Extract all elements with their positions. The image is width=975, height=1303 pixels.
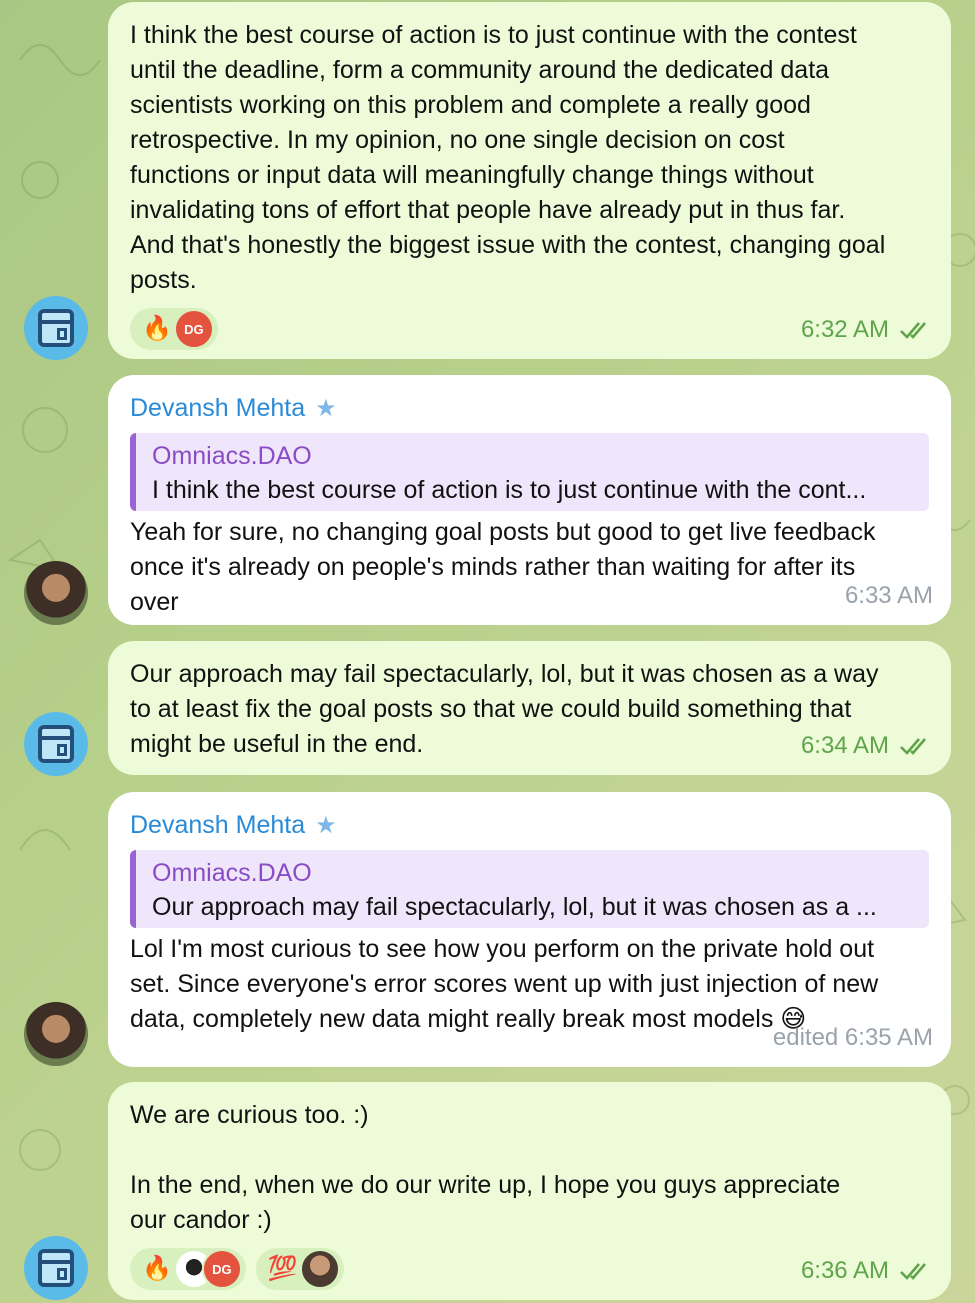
star-icon: ★ bbox=[315, 811, 337, 839]
bot-avatar-icon bbox=[38, 1249, 74, 1287]
reactor-avatar bbox=[299, 1249, 340, 1289]
user-avatar[interactable] bbox=[24, 561, 88, 625]
reaction-chip-hundred[interactable]: 💯 bbox=[255, 1248, 344, 1290]
message-bubble-outgoing[interactable]: We are curious too. :) In the end, when … bbox=[108, 1082, 951, 1300]
reaction-chip-fire[interactable]: 🔥 DG bbox=[130, 308, 218, 350]
message-bubble-outgoing[interactable]: Our approach may fail spectacularly, lol… bbox=[108, 641, 951, 775]
user-avatar[interactable] bbox=[24, 1002, 88, 1066]
message-text: I think the best course of action is to … bbox=[130, 21, 886, 294]
bot-avatar-icon bbox=[38, 725, 74, 763]
quote-author: Omniacs.DAO bbox=[152, 859, 312, 887]
fire-emoji-icon: 🔥 bbox=[142, 315, 172, 342]
message-bubble-outgoing[interactable]: I think the best course of action is to … bbox=[108, 2, 951, 359]
sender-name-label: Devansh Mehta bbox=[130, 810, 306, 839]
timestamp: 6:34 AM bbox=[800, 732, 889, 759]
star-icon: ★ bbox=[315, 394, 337, 422]
timestamp: 6:33 AM bbox=[844, 582, 933, 609]
reactor-avatar: DG bbox=[173, 309, 214, 349]
reply-quote[interactable]: Omniacs.DAO I think the best course of a… bbox=[130, 433, 929, 511]
sender-name-label: Devansh Mehta bbox=[130, 393, 306, 422]
reaction-chip-fire[interactable]: 🔥 DG bbox=[130, 1248, 246, 1290]
message-bubble-incoming[interactable]: Devansh Mehta ★ Omniacs.DAO Our approach… bbox=[108, 792, 951, 1067]
timestamp: 6:36 AM bbox=[800, 1257, 889, 1284]
message-meta: 6:34 AM bbox=[801, 728, 933, 763]
message-meta: 6:32 AM bbox=[801, 312, 933, 347]
quote-author: Omniacs.DAO bbox=[152, 442, 312, 470]
quote-text: I think the best course of action is to … bbox=[152, 476, 867, 504]
bot-avatar[interactable] bbox=[24, 1236, 88, 1300]
sender-name[interactable]: Devansh Mehta ★ bbox=[130, 808, 929, 842]
fire-emoji-icon: 🔥 bbox=[142, 1255, 172, 1282]
reply-quote[interactable]: Omniacs.DAO Our approach may fail specta… bbox=[130, 850, 929, 928]
reactor-avatar: DG bbox=[201, 1249, 242, 1289]
bot-avatar[interactable] bbox=[24, 712, 88, 776]
quote-text: Our approach may fail spectacularly, lol… bbox=[152, 893, 877, 921]
bot-avatar-icon bbox=[38, 309, 74, 347]
message-text: We are curious too. :) In the end, when … bbox=[130, 1101, 841, 1234]
message-text: Yeah for sure, no changing goal posts bu… bbox=[130, 518, 876, 616]
bot-avatar[interactable] bbox=[24, 296, 88, 360]
timestamp: edited 6:35 AM bbox=[772, 1024, 933, 1051]
message-bubble-incoming[interactable]: Devansh Mehta ★ Omniacs.DAO I think the … bbox=[108, 375, 951, 625]
double-check-icon bbox=[900, 321, 926, 339]
timestamp: 6:32 AM bbox=[800, 316, 889, 343]
message-meta: edited 6:35 AM bbox=[773, 1020, 933, 1055]
message-meta: 6:33 AM bbox=[845, 578, 933, 613]
message-meta: 6:36 AM bbox=[801, 1253, 933, 1288]
double-check-icon bbox=[900, 737, 926, 755]
double-check-icon bbox=[900, 1262, 926, 1280]
sender-name[interactable]: Devansh Mehta ★ bbox=[130, 391, 929, 425]
hundred-emoji-icon: 💯 bbox=[267, 1255, 298, 1282]
